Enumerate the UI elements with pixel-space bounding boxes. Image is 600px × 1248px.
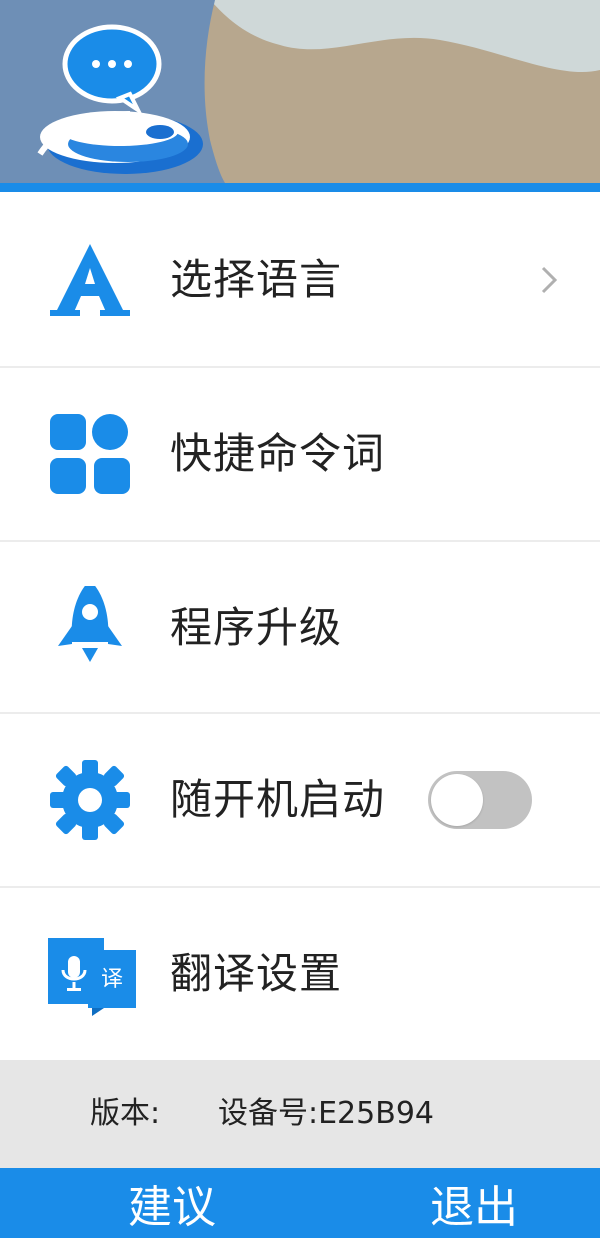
rocket-icon xyxy=(48,580,132,670)
menu-item-select-language[interactable]: 选择语言 xyxy=(0,194,600,366)
translate-mic-icon: 译 xyxy=(48,932,136,1016)
header-accent-bar xyxy=(0,183,600,192)
menu-item-label: 程序升级 xyxy=(170,603,343,652)
grid-apps-icon xyxy=(48,412,132,496)
suggest-button[interactable]: 建议 xyxy=(128,1168,216,1238)
footer-bar: 建议 退出 xyxy=(0,1168,600,1238)
toggle-knob xyxy=(431,774,483,826)
menu-item-label: 翻译设置 xyxy=(170,949,343,998)
chevron-right-icon xyxy=(538,264,560,296)
device-id-label: 设备号:E25B94 xyxy=(218,1096,434,1131)
menu-item-label: 选择语言 xyxy=(170,255,343,304)
version-label: 版本: xyxy=(90,1096,161,1131)
header-banner xyxy=(0,0,600,183)
svg-text:译: 译 xyxy=(101,967,123,992)
auto-start-toggle[interactable] xyxy=(428,771,532,829)
letter-a-icon xyxy=(48,238,132,322)
menu-item-shortcut-commands[interactable]: 快捷命令词 xyxy=(0,368,600,540)
menu-item-translation-settings[interactable]: 译 翻译设置 xyxy=(0,888,600,1060)
menu-item-label: 随开机启动 xyxy=(170,775,386,824)
menu-item-label: 快捷命令词 xyxy=(170,429,386,478)
exit-button[interactable]: 退出 xyxy=(430,1168,518,1238)
app-logo-icon xyxy=(20,14,205,179)
menu-item-program-upgrade[interactable]: 程序升级 xyxy=(0,542,600,714)
info-bar: 版本: 设备号:E25B94 xyxy=(0,1060,600,1168)
gear-icon xyxy=(48,758,132,842)
menu-item-auto-start[interactable]: 随开机启动 xyxy=(0,714,600,886)
